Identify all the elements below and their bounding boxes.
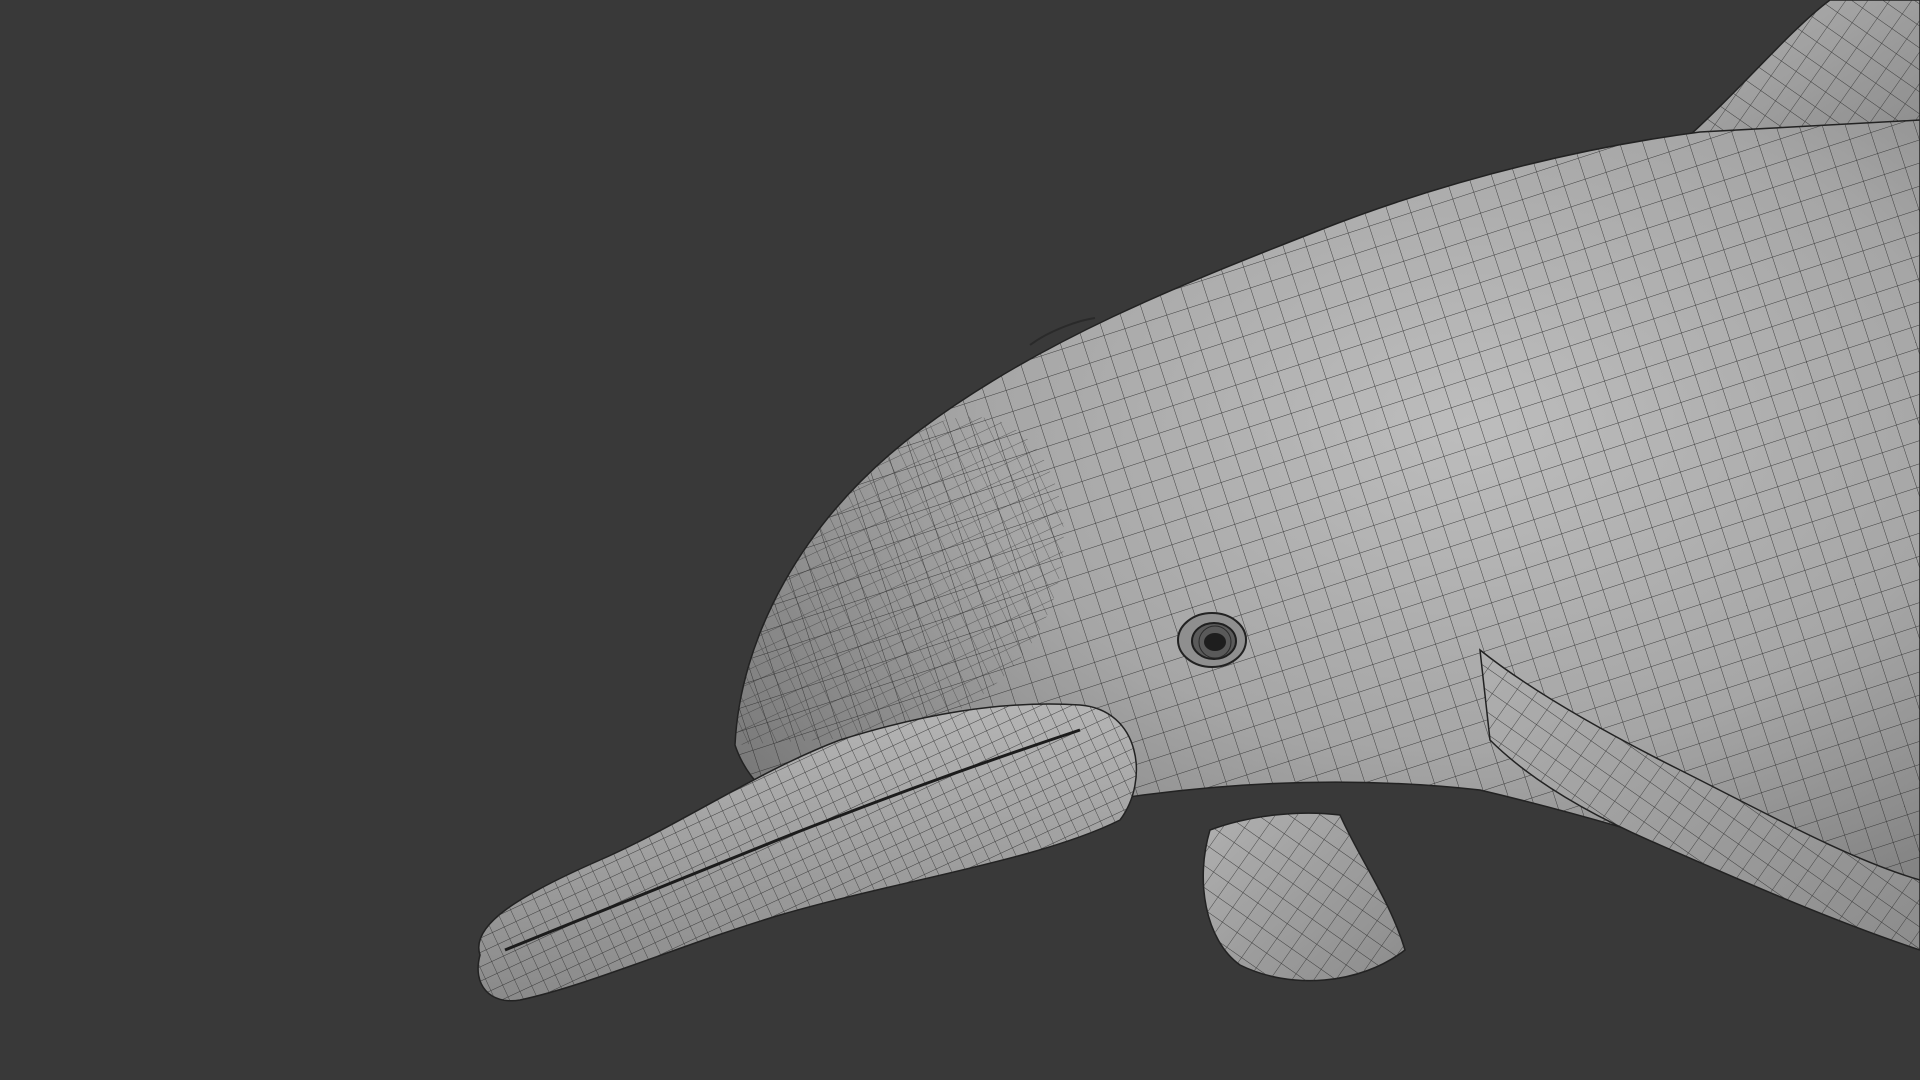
viewport-canvas xyxy=(477,0,1920,1002)
dolphin-eye xyxy=(1177,612,1247,668)
3d-viewport[interactable] xyxy=(0,0,1920,1080)
left-flipper xyxy=(1202,812,1406,982)
